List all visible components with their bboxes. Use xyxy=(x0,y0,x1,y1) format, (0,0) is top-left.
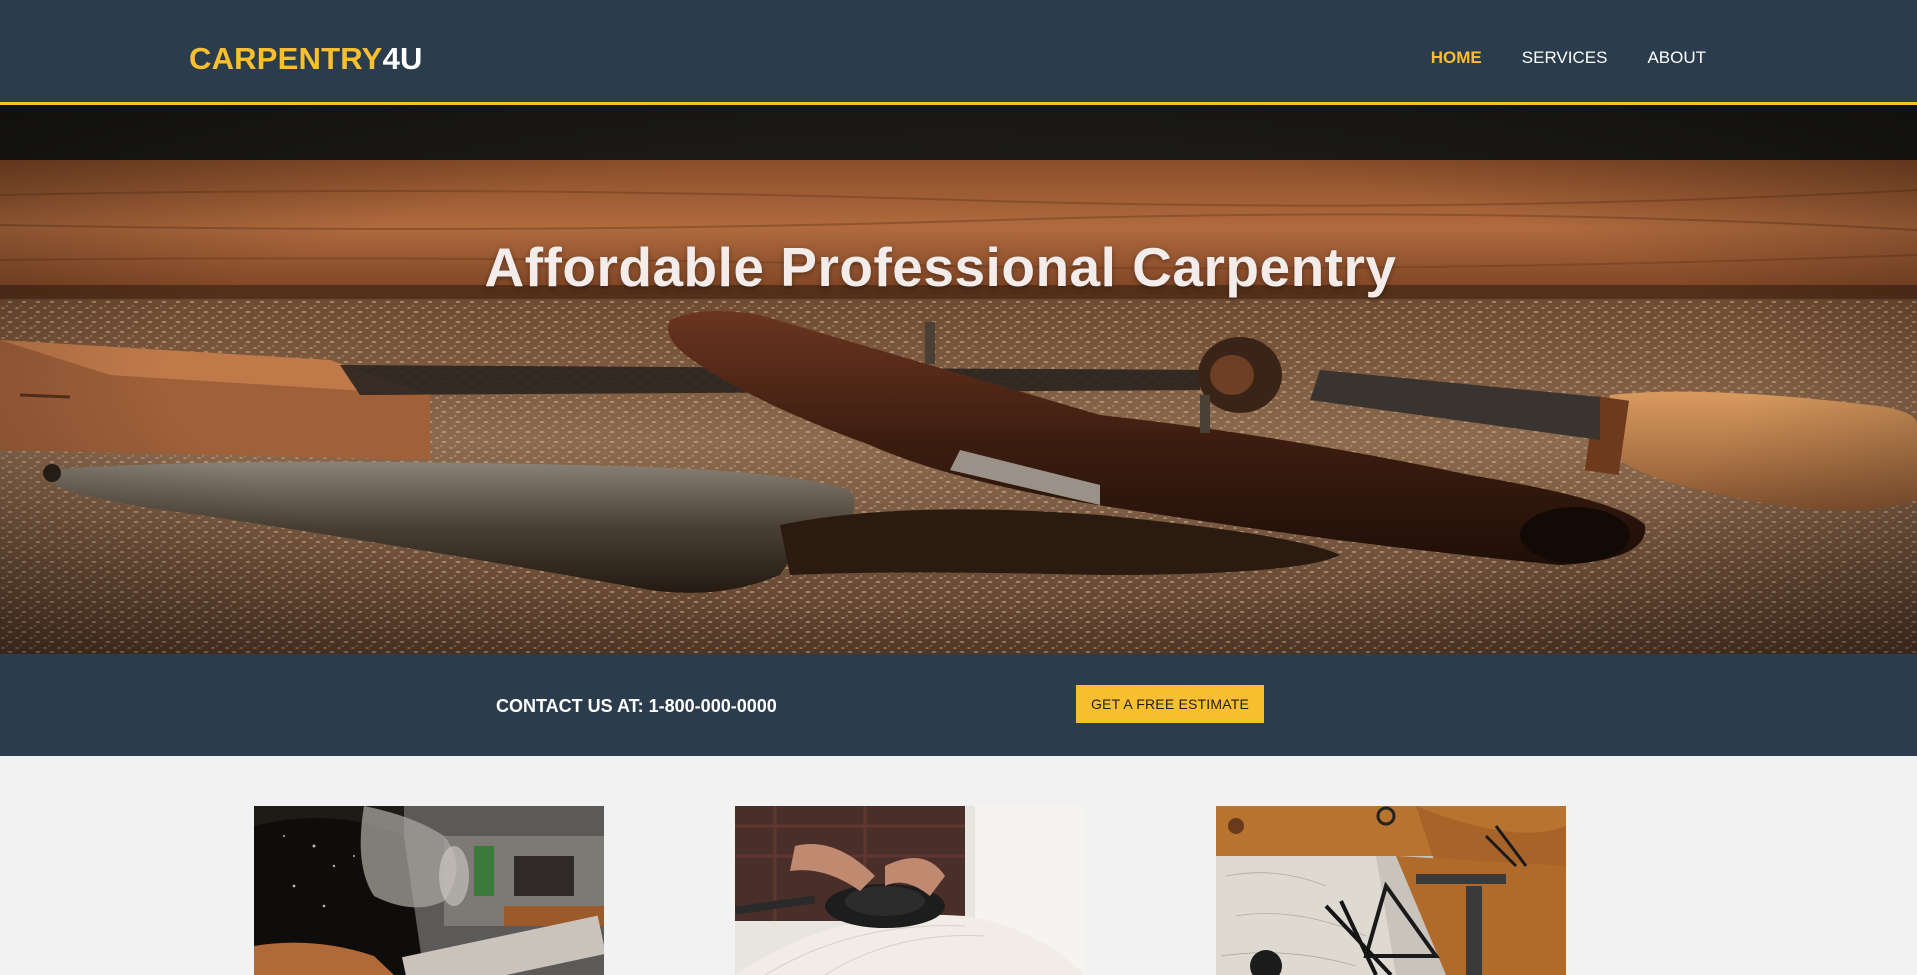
sander-photo xyxy=(735,806,1085,975)
contact-bar: CONTACT US AT: 1-800-000-0000 GET A FREE… xyxy=(0,654,1917,756)
drafting-tools-photo xyxy=(1216,806,1566,975)
site-logo[interactable]: CARPENTRY4U xyxy=(189,41,423,77)
nav-link-about[interactable]: ABOUT xyxy=(1647,47,1706,69)
service-card-image-3[interactable] xyxy=(1216,806,1566,975)
site-header: CARPENTRY4U HOME SERVICES ABOUT xyxy=(0,0,1917,105)
logo-brand-text: CARPENTRY xyxy=(189,41,383,76)
nav-link-home[interactable]: HOME xyxy=(1431,47,1482,69)
free-estimate-button[interactable]: GET A FREE ESTIMATE xyxy=(1076,685,1264,723)
nav-link-services[interactable]: SERVICES xyxy=(1522,47,1608,69)
service-card-image-1[interactable] xyxy=(254,806,604,975)
hero-title: Affordable Professional Carpentry xyxy=(484,236,1397,298)
logo-suffix-text: 4U xyxy=(382,41,423,76)
service-card-image-2[interactable] xyxy=(735,806,1085,975)
hero-banner: Affordable Professional Carpentry xyxy=(0,105,1917,654)
main-nav: HOME SERVICES ABOUT xyxy=(1431,47,1706,69)
woodworker-photo xyxy=(254,806,604,975)
contact-phone-text: CONTACT US AT: 1-800-000-0000 xyxy=(496,696,777,716)
hero-background-image xyxy=(0,105,1917,654)
services-section xyxy=(0,756,1917,975)
